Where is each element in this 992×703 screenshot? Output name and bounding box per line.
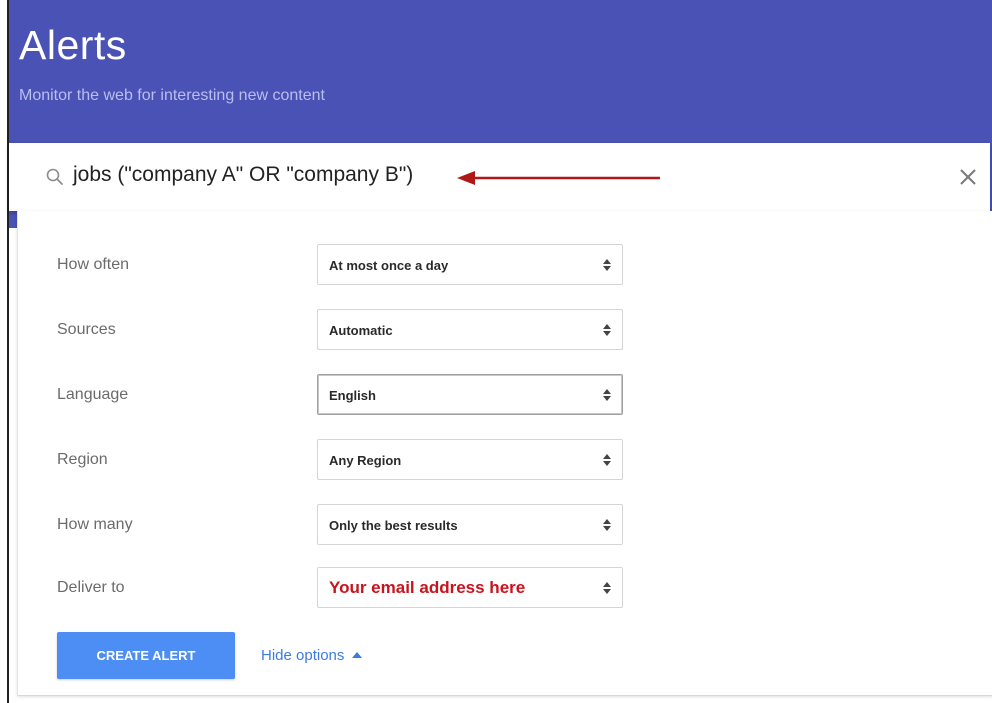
- search-input[interactable]: jobs ("company A" OR "company B"): [73, 163, 413, 187]
- option-label: How often: [57, 256, 130, 273]
- option-row-sources: Sources Automatic: [18, 309, 718, 353]
- option-label: How many: [57, 516, 133, 533]
- hide-options-label: Hide options: [261, 647, 345, 664]
- option-label: Deliver to: [57, 579, 125, 596]
- option-row-deliver-to: Deliver to Your email address here: [18, 567, 718, 611]
- option-label: Region: [57, 451, 108, 468]
- create-alert-button[interactable]: CREATE ALERT: [57, 632, 235, 679]
- options-panel: How often At most once a day Sources Aut…: [17, 211, 992, 696]
- select-value: Automatic: [329, 323, 393, 338]
- option-row-region: Region Any Region: [18, 439, 718, 483]
- sources-select[interactable]: Automatic: [317, 309, 623, 350]
- select-value: Your email address here: [329, 578, 526, 597]
- option-row-language: Language English: [18, 374, 718, 418]
- caret-up-icon: [352, 652, 363, 658]
- select-value: At most once a day: [329, 258, 449, 273]
- deliver-to-select[interactable]: Your email address here: [317, 567, 623, 608]
- updown-arrow-icon: [602, 322, 612, 338]
- select-value: English: [329, 388, 376, 403]
- option-row-how-many: How many Only the best results: [18, 504, 718, 548]
- annotation-arrow-icon: [457, 170, 662, 186]
- select-value: Only the best results: [329, 518, 458, 533]
- hide-options-link[interactable]: Hide options: [261, 647, 363, 664]
- close-icon[interactable]: [956, 165, 980, 189]
- updown-arrow-icon: [602, 517, 612, 533]
- page-title: Alerts: [19, 22, 127, 68]
- how-many-select[interactable]: Only the best results: [317, 504, 623, 545]
- option-row-how-often: How often At most once a day: [18, 244, 718, 288]
- updown-arrow-icon: [602, 387, 612, 403]
- updown-arrow-icon: [602, 257, 612, 273]
- language-select[interactable]: English: [317, 374, 623, 415]
- select-value: Any Region: [329, 453, 402, 468]
- option-label: Sources: [57, 321, 116, 338]
- option-label: Language: [57, 386, 129, 403]
- how-often-select[interactable]: At most once a day: [317, 244, 623, 285]
- updown-arrow-icon: [602, 580, 612, 596]
- updown-arrow-icon: [602, 452, 612, 468]
- region-select[interactable]: Any Region: [317, 439, 623, 480]
- search-icon: [45, 167, 65, 187]
- page-subtitle: Monitor the web for interesting new cont…: [19, 87, 325, 104]
- search-bar[interactable]: jobs ("company A" OR "company B"): [9, 143, 990, 211]
